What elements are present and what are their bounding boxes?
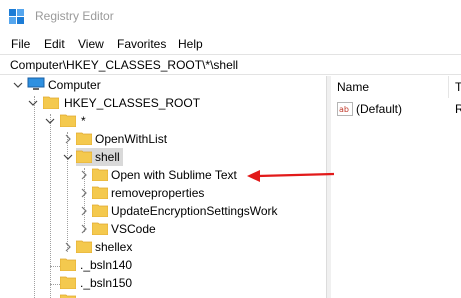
folder-icon [60, 258, 76, 271]
menu-bar: File Edit View Favorites Help [0, 34, 461, 54]
folder-icon [92, 204, 108, 217]
menu-file[interactable]: File [11, 37, 30, 51]
tree-item-shell[interactable]: shell [0, 148, 326, 166]
value-name: (Default) [356, 102, 403, 116]
folder-icon [60, 114, 76, 127]
tree-label: OpenWithList [95, 132, 168, 146]
title-bar: Registry Editor [0, 0, 461, 32]
tree-label: shellex [95, 240, 133, 254]
tree-item-computer[interactable]: Computer [0, 76, 326, 94]
chevron-down-icon[interactable] [12, 79, 24, 91]
tree-label: VSCode [111, 222, 156, 236]
column-header-name[interactable]: Name [337, 80, 369, 94]
folder-open-icon [76, 150, 92, 163]
chevron-right-icon[interactable] [78, 169, 90, 181]
folder-icon [43, 96, 59, 109]
folder-icon [76, 240, 92, 253]
chevron-down-icon[interactable] [62, 151, 74, 163]
tree-label: Computer [48, 78, 101, 92]
chevron-right-icon[interactable] [78, 223, 90, 235]
folder-icon [92, 186, 108, 199]
folder-icon [92, 168, 108, 181]
tree-item-updateencryption[interactable]: UpdateEncryptionSettingsWork [0, 202, 326, 220]
string-value-icon: ab [337, 102, 353, 116]
menu-help[interactable]: Help [178, 37, 203, 51]
tree-label: Open with Sublime Text [111, 168, 237, 182]
svg-text:ab: ab [339, 105, 349, 114]
tree-label: HKEY_CLASSES_ROOT [64, 96, 201, 110]
tree-item-vscode[interactable]: VSCode [0, 220, 326, 238]
tree-item-star[interactable]: * [0, 112, 326, 130]
tree-item-bsln150[interactable]: ._bsln150 [0, 274, 326, 292]
folder-icon [76, 132, 92, 145]
tree-item-hkcr[interactable]: HKEY_CLASSES_ROOT [0, 94, 326, 112]
column-divider[interactable] [448, 76, 449, 98]
folder-icon [60, 276, 76, 289]
value-row-default[interactable]: ab (Default) R [337, 101, 461, 119]
tree-item-shellex[interactable]: shellex [0, 238, 326, 256]
window-title: Registry Editor [35, 9, 114, 23]
folder-icon [92, 222, 108, 235]
chevron-right-icon[interactable] [78, 205, 90, 217]
registry-editor-icon [9, 9, 24, 24]
menu-view[interactable]: View [78, 37, 104, 51]
menu-edit[interactable]: Edit [44, 37, 65, 51]
key-tree[interactable]: Computer HKEY_CLASSES_ROOT * OpenWithLis… [0, 76, 326, 298]
tree-item-openwithlist[interactable]: OpenWithList [0, 130, 326, 148]
column-header-type[interactable]: T [455, 80, 461, 94]
red-arrow [247, 170, 335, 182]
address-bar[interactable]: Computer\HKEY_CLASSES_ROOT\*\shell [0, 54, 461, 75]
folder-icon [60, 294, 76, 298]
chevron-down-icon[interactable] [44, 115, 56, 127]
tree-label: ._bsln150 [80, 276, 133, 290]
menu-favorites[interactable]: Favorites [117, 37, 166, 51]
tree-label: ._bsln140 [80, 258, 133, 272]
tree-label: UpdateEncryptionSettingsWork [111, 204, 278, 218]
tree-label: removeproperties [111, 186, 205, 200]
tree-item-bsln140[interactable]: ._bsln140 [0, 256, 326, 274]
chevron-right-icon[interactable] [62, 241, 74, 253]
tree-label: shell [95, 150, 120, 164]
chevron-right-icon[interactable] [62, 133, 74, 145]
computer-icon [27, 77, 45, 90]
value-type: R [455, 102, 461, 116]
tree-label: * [81, 114, 86, 128]
tree-item-removeproperties[interactable]: removeproperties [0, 184, 326, 202]
address-text[interactable]: Computer\HKEY_CLASSES_ROOT\*\shell [10, 58, 238, 72]
chevron-right-icon[interactable] [78, 187, 90, 199]
tree-item-partial[interactable] [0, 292, 326, 298]
values-list[interactable]: Name T ab (Default) R [331, 76, 461, 298]
chevron-down-icon[interactable] [27, 97, 39, 109]
